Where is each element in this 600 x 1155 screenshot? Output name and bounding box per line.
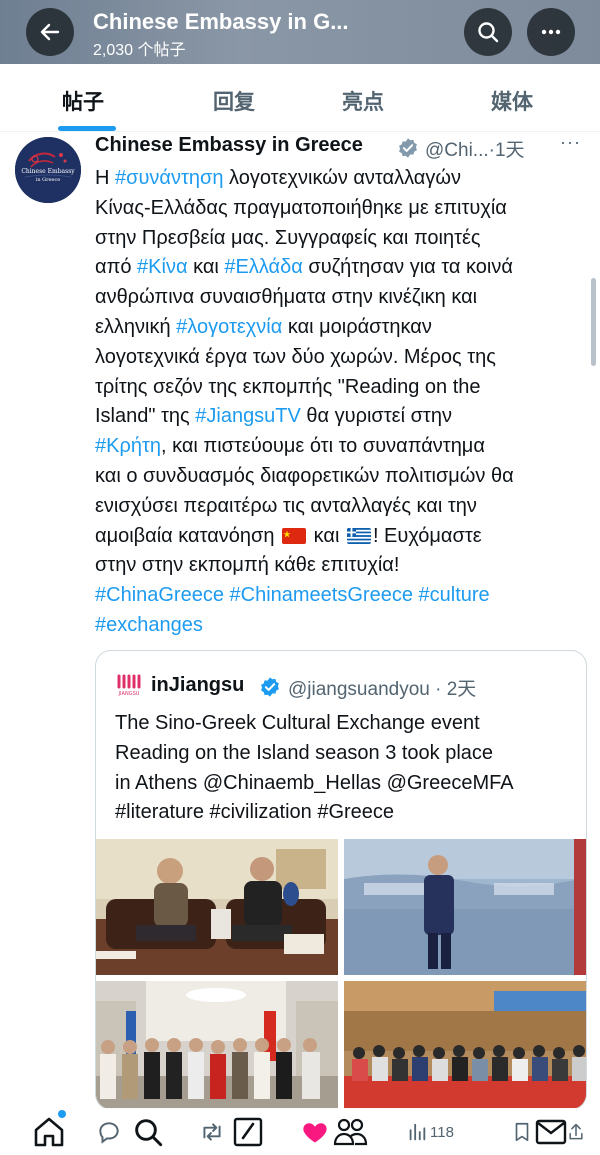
- views-count: 118: [430, 1123, 454, 1141]
- avatar-text-line1: Chinese Embassy: [21, 168, 75, 175]
- hashtag-link[interactable]: #JiangsuTV: [195, 405, 301, 427]
- verified-badge-icon: [397, 137, 419, 164]
- back-button[interactable]: [26, 8, 74, 56]
- quoted-tweet[interactable]: JIANGSU inJiangsu @jiangsuandyou · 2天 Th…: [95, 650, 587, 1110]
- notification-dot: [58, 1110, 66, 1118]
- avatar-text-line2: in Greece: [36, 177, 61, 183]
- quoted-tweet-text: The Sino-Greek Cultural Exchange event R…: [115, 712, 514, 824]
- search-icon: [478, 22, 499, 43]
- nav-search[interactable]: [132, 1116, 164, 1148]
- more-dots-icon: [541, 29, 561, 35]
- heart-icon: [303, 1123, 327, 1143]
- search-button[interactable]: [464, 8, 512, 56]
- compose-button[interactable]: [232, 1116, 264, 1148]
- home-icon: [34, 1117, 64, 1147]
- hashtag-link[interactable]: #λογοτεχνία: [176, 316, 282, 338]
- hashtag-links[interactable]: #ChinaGreece #ChinameetsGreece #culture: [95, 581, 585, 611]
- photo-writers-conversation[interactable]: [96, 839, 338, 975]
- compose-icon: [233, 1117, 263, 1147]
- reply-icon: [99, 1122, 119, 1144]
- retweet-icon: [203, 1123, 221, 1141]
- more-button[interactable]: [527, 8, 575, 56]
- mail-icon: [535, 1119, 567, 1145]
- profile-header: Chinese Embassy in G... 2,030 个帖子: [0, 0, 600, 64]
- like-button[interactable]: [300, 1116, 330, 1148]
- nav-communities[interactable]: [332, 1116, 368, 1148]
- injiangsu-logo-icon: JIANGSU: [116, 673, 142, 702]
- views-icon: [409, 1123, 426, 1141]
- post-count: 2,030 个帖子: [93, 42, 186, 59]
- nav-home[interactable]: [32, 1116, 66, 1148]
- retweet-button[interactable]: [198, 1116, 226, 1148]
- views-button[interactable]: 118: [406, 1116, 454, 1148]
- tab-media[interactable]: 媒体: [491, 86, 533, 116]
- photo-audience-hall[interactable]: [344, 981, 586, 1109]
- hashtag-link[interactable]: #Κίνα: [137, 256, 187, 278]
- tweet-header: Chinese Embassy in Greece @Chi...·1天 ···: [95, 132, 590, 164]
- bottom-nav: 118: [0, 1108, 600, 1155]
- quoted-author-name: inJiangsu: [151, 674, 245, 696]
- search-icon: [135, 1119, 163, 1147]
- hashtag-link[interactable]: #exchanges: [95, 611, 585, 641]
- nav-messages[interactable]: [534, 1116, 568, 1148]
- share-icon: [569, 1123, 583, 1140]
- tweet-text: Η #συνάντηση λογοτεχνικών ανταλλαγών Κίν…: [95, 164, 585, 641]
- hashtag-link[interactable]: #συνάντηση: [115, 167, 223, 189]
- scrollbar[interactable]: [591, 278, 596, 366]
- share-button[interactable]: [566, 1116, 586, 1148]
- active-tab-indicator: [58, 126, 116, 131]
- greece-flag-icon: [346, 527, 371, 544]
- china-flag-icon: [282, 527, 307, 544]
- tweet-more-button[interactable]: ···: [560, 132, 581, 153]
- bookmark-button[interactable]: [511, 1116, 533, 1148]
- avatar[interactable]: Chinese Embassy in Greece: [15, 137, 81, 203]
- hashtag-link[interactable]: #Κρήτη: [95, 435, 161, 457]
- photo-group-portrait[interactable]: [96, 981, 338, 1109]
- profile-title: Chinese Embassy in G...: [93, 9, 349, 34]
- arrow-left-icon: [40, 23, 60, 41]
- reply-button[interactable]: [96, 1116, 122, 1148]
- tab-replies[interactable]: 回复: [213, 86, 255, 116]
- verified-badge-icon: [259, 676, 281, 703]
- bookmark-icon: [515, 1122, 529, 1142]
- hashtag-link[interactable]: #Ελλάδα: [224, 256, 302, 278]
- embassy-logo: Chinese Embassy in Greece: [15, 137, 81, 203]
- tweet-time: ·1天: [488, 140, 525, 161]
- svg-text:JIANGSU: JIANGSU: [118, 691, 140, 697]
- profile-tabs: 帖子 回复 亮点 媒体: [0, 64, 600, 132]
- photo-speaker-stage[interactable]: [344, 839, 586, 975]
- author-name[interactable]: Chinese Embassy in Greece: [95, 134, 363, 157]
- people-icon: [333, 1118, 368, 1146]
- author-handle: @Chi...·1天: [425, 140, 525, 161]
- tab-highlights[interactable]: 亮点: [342, 86, 384, 116]
- quoted-author-handle: @jiangsuandyou · 2天: [288, 679, 477, 700]
- tab-posts[interactable]: 帖子: [62, 86, 104, 116]
